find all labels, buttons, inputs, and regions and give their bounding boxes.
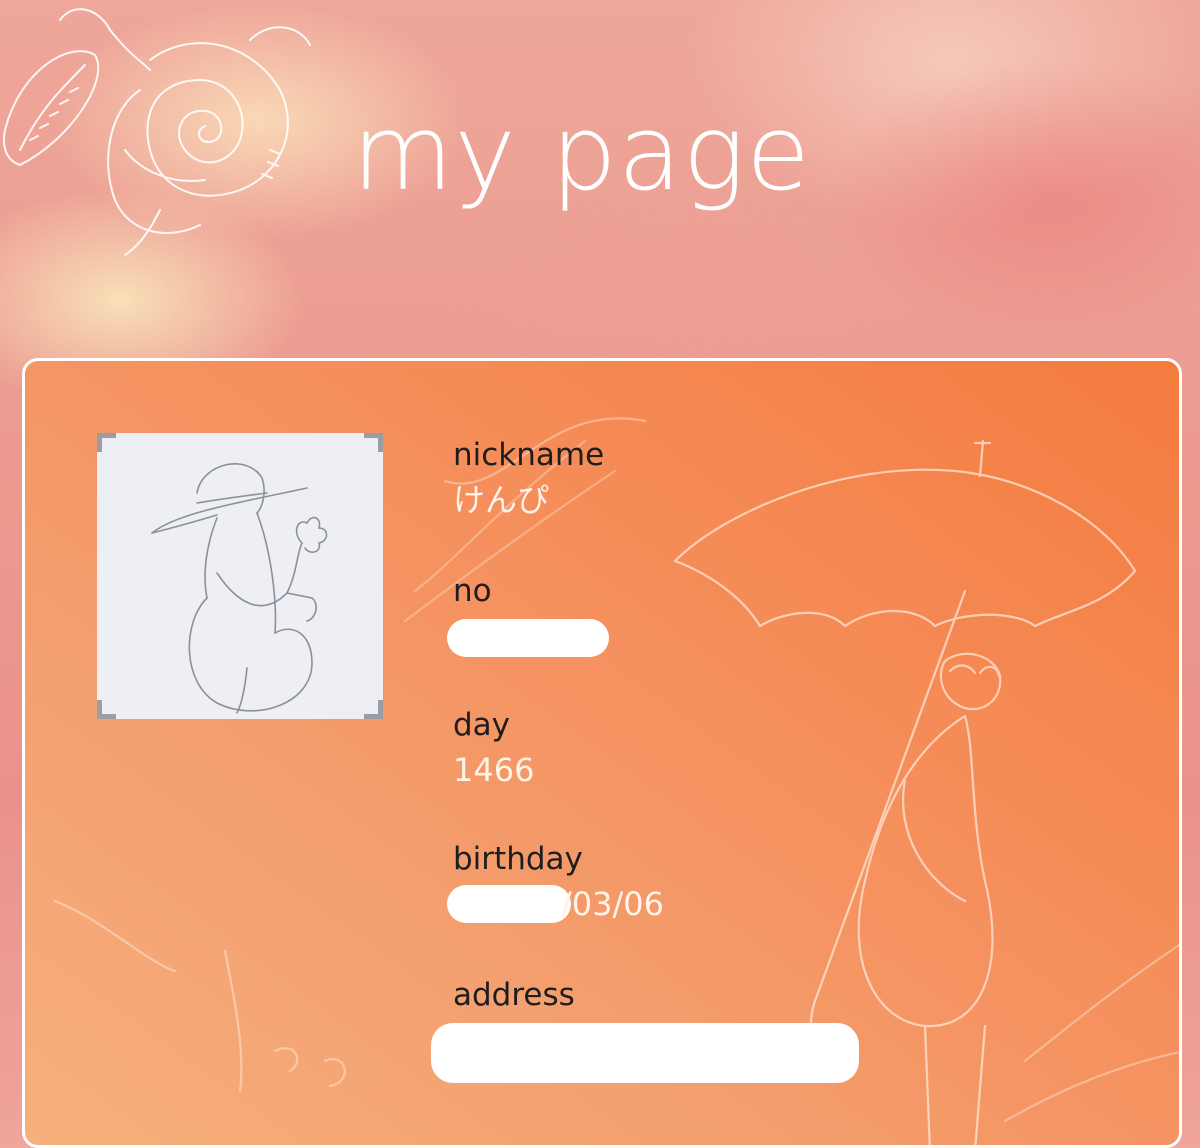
nickname-value: けんぴ [453,481,550,519]
field-birthday: birthday /03/06 [447,839,664,925]
no-label: no [453,573,492,609]
page-title: my page [352,92,812,214]
field-day: day 1466 [453,705,534,791]
crop-corner-bottom-right [364,700,383,719]
address-value [431,1019,859,1083]
hat-figure-sketch-icon [151,463,328,714]
redacted-mark [431,1023,859,1083]
redacted-mark [447,619,609,657]
day-label: day [453,707,511,743]
day-value: 1466 [453,751,535,789]
avatar[interactable] [97,433,383,719]
rose-sketch-icon [2,8,311,256]
field-no: no [447,571,609,657]
birthday-value-row: /03/06 [447,883,664,925]
nickname-label: nickname [453,437,605,473]
crop-corner-bottom-left [97,700,116,719]
field-nickname: nickname けんぴ [453,435,604,521]
crop-corner-top-left [97,433,116,452]
profile-card: nickname けんぴ no day 1466 birthday /03/06… [22,358,1182,1148]
no-value [447,615,609,657]
address-label: address [453,977,575,1013]
crop-corner-top-right [364,433,383,452]
birthday-value: /03/06 [561,885,664,923]
field-address: address [431,975,859,1083]
redacted-mark [447,885,571,923]
birthday-label: birthday [453,841,583,877]
